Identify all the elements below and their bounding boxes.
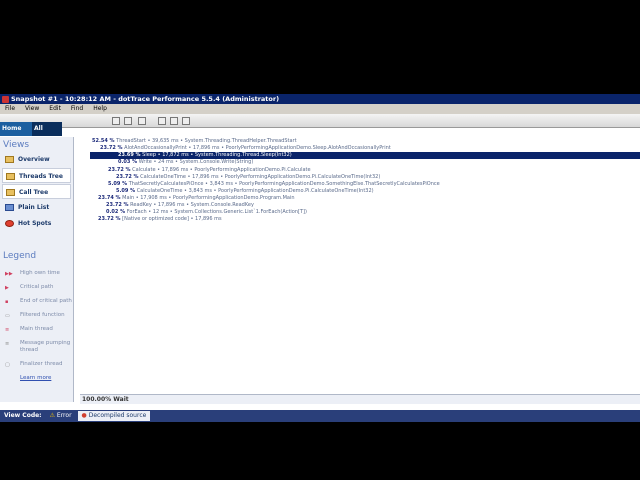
- legend-high-own-time: ▶▶ High own time: [5, 270, 60, 277]
- nav-call-tree[interactable]: Call Tree: [2, 184, 71, 199]
- app-icon: [2, 95, 9, 103]
- tree-row-selected[interactable]: 23.69 % Sleep • 17,872 ms • System.Threa…: [90, 152, 640, 159]
- error-button[interactable]: ⚠ Error: [46, 410, 76, 422]
- settings-icon[interactable]: [182, 117, 190, 125]
- tree-row[interactable]: 23.72 % CalculateOneTime • 17,896 ms • P…: [116, 174, 380, 181]
- threads-tree-icon: [6, 173, 15, 180]
- overview-icon: [5, 156, 14, 163]
- tab-home[interactable]: Home: [0, 122, 32, 136]
- source-icon: ●: [81, 412, 87, 419]
- legend-message-pumping-thread: ≡ Message pumping thread: [5, 340, 71, 353]
- toolbar: [0, 114, 640, 128]
- learn-more-link[interactable]: Learn more: [0, 375, 73, 381]
- tree-row[interactable]: 23.72 % [Native or optimized code] • 17,…: [98, 216, 222, 223]
- menu-file[interactable]: File: [0, 104, 20, 114]
- legend-end-critical-path: ▪ End of critical path: [5, 298, 72, 305]
- tree-row[interactable]: 52.54 % ThreadStart • 39,635 ms • System…: [92, 138, 297, 145]
- message-thread-icon: ≡: [5, 341, 10, 347]
- plain-list-icon: [5, 204, 14, 211]
- view-code-bar: View Code: ⚠ Error ● Decompiled source: [0, 410, 640, 422]
- legend-critical-path: ▶ Critical path: [5, 284, 54, 291]
- tree-row[interactable]: 5.09 % ThatSecretlyCalculatesPiOnce • 3,…: [108, 181, 440, 188]
- nav-threads-tree[interactable]: Threads Tree: [2, 168, 71, 183]
- tree-row[interactable]: 0.02 % ForEach • 12 ms • System.Collecti…: [106, 209, 307, 216]
- high-own-time-icon: ▶▶: [5, 271, 13, 277]
- menu-find[interactable]: Find: [66, 104, 88, 114]
- legend-finalizer-thread: ▢ Finalizer thread: [5, 361, 63, 368]
- dottrace-window: Snapshot #1 - 10:28:12 AM - dotTrace Per…: [0, 94, 640, 422]
- nav-hot-spots[interactable]: Hot Spots: [2, 216, 71, 231]
- tree-row[interactable]: 0.03 % Write • 24 ms • System.Console.Wr…: [118, 159, 253, 166]
- decompiled-source-tab[interactable]: ● Decompiled source: [77, 411, 151, 421]
- tab-all-calls[interactable]: All Calls: [32, 122, 62, 146]
- status-bar: 100.00% Wait: [80, 394, 640, 404]
- menu-view[interactable]: View: [20, 104, 44, 114]
- tree-row[interactable]: 5.09 % CalculateOneTime • 3,843 ms • Poo…: [116, 188, 374, 195]
- compare-icon[interactable]: [170, 117, 178, 125]
- legend-heading: Legend: [3, 251, 37, 261]
- end-critical-path-icon: ▪: [5, 299, 9, 305]
- copy-icon[interactable]: [158, 117, 166, 125]
- critical-path-icon: ▶: [5, 285, 9, 291]
- title-bar: Snapshot #1 - 10:28:12 AM - dotTrace Per…: [0, 94, 640, 104]
- legend-filtered-function: ▭ Filtered function: [5, 312, 65, 319]
- tree-row[interactable]: 23.72 % Calculate • 17,896 ms • PoorlyPe…: [108, 167, 311, 174]
- view-code-label: View Code:: [4, 412, 42, 419]
- save-icon[interactable]: [124, 117, 132, 125]
- tree-row[interactable]: 23.74 % Main • 17,908 ms • PoorlyPerform…: [98, 195, 295, 202]
- menu-help[interactable]: Help: [88, 104, 112, 114]
- tree-row[interactable]: 23.72 % ReadKey • 17,896 ms • System.Con…: [106, 202, 254, 209]
- window-title: Snapshot #1 - 10:28:12 AM - dotTrace Per…: [11, 95, 280, 103]
- hot-spots-icon: [5, 220, 14, 227]
- open-icon[interactable]: [112, 117, 120, 125]
- nav-plain-list[interactable]: Plain List: [2, 200, 71, 215]
- tree-row[interactable]: 23.72 % AlotAndOccasionallyPrint • 17,89…: [100, 145, 391, 152]
- warning-icon: ⚠: [49, 412, 55, 419]
- view-icon[interactable]: [138, 117, 146, 125]
- views-heading: Views: [3, 140, 30, 150]
- nav-overview[interactable]: Overview: [2, 152, 71, 167]
- menu-edit[interactable]: Edit: [44, 104, 66, 114]
- call-tree-panel: 52.54 % ThreadStart • 39,635 ms • System…: [80, 137, 640, 392]
- legend-main-thread: ≡ Main thread: [5, 326, 53, 333]
- call-tree-icon: [6, 189, 15, 196]
- finalizer-thread-icon: ▢: [5, 362, 10, 368]
- view-tabs: Home All Calls: [0, 122, 64, 146]
- sidebar: Views Overview Threads Tree Call Tree Pl…: [0, 137, 74, 402]
- main-thread-icon: ≡: [5, 327, 10, 333]
- filtered-function-icon: ▭: [5, 313, 10, 319]
- menu-bar: File View Edit Find Help: [0, 104, 640, 114]
